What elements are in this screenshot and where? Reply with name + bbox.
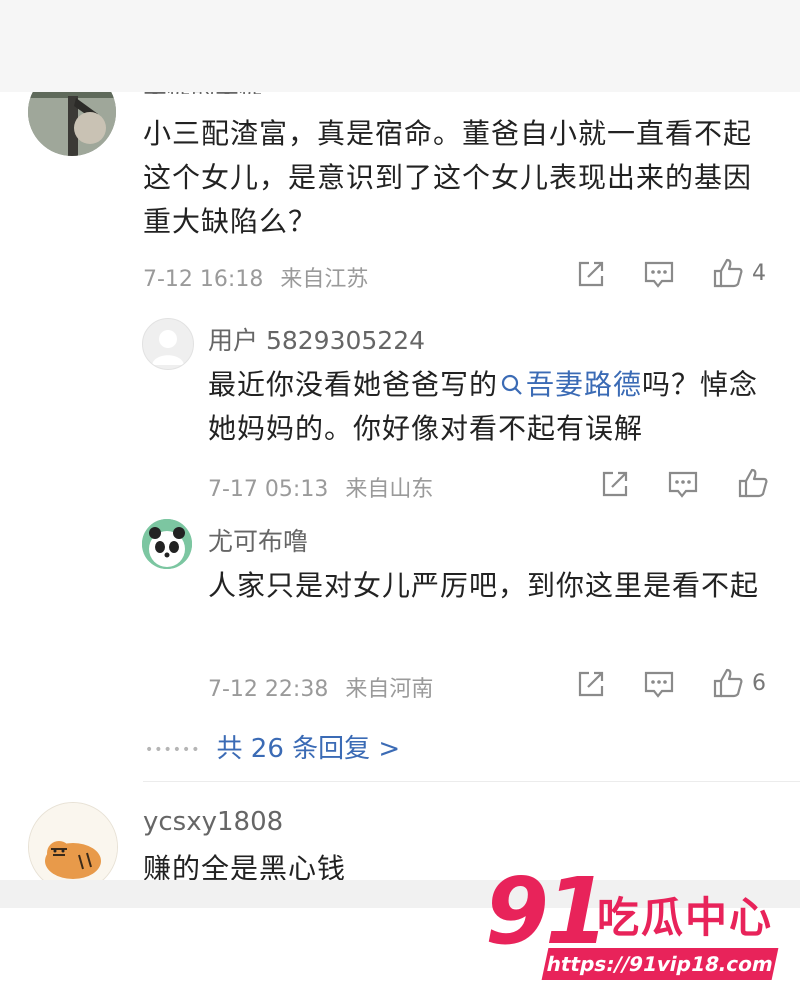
reply-meta: 7-12 22:38 来自河南 bbox=[208, 671, 433, 703]
comment-location: 来自江苏 bbox=[280, 267, 369, 292]
like-icon bbox=[738, 468, 768, 498]
reply-time: 7-12 22:38 bbox=[208, 677, 329, 702]
comment-icon bbox=[644, 261, 674, 288]
reply-meta: 7-17 05:13 来自山东 bbox=[208, 471, 433, 503]
avatar[interactable] bbox=[142, 318, 194, 370]
like-count: 6 bbox=[752, 670, 766, 696]
like-icon bbox=[713, 668, 743, 698]
like-button[interactable] bbox=[737, 467, 769, 499]
watermark-logo: 91 吃瓜中心 https://91vip18.com bbox=[485, 862, 785, 992]
comment-button[interactable] bbox=[667, 469, 699, 499]
avatar[interactable] bbox=[28, 802, 118, 892]
search-link-text[interactable]: 吾妻路德 bbox=[526, 368, 642, 401]
comment-icon bbox=[668, 471, 698, 498]
watermark-name: 吃瓜中心 bbox=[597, 893, 774, 942]
comment-meta: 7-12 16:18 来自江苏 bbox=[143, 261, 368, 293]
dots-icon: •••••• bbox=[145, 741, 201, 758]
top-bar-overlay bbox=[0, 0, 800, 92]
reply-text-start: 最近你没看她爸爸写的 bbox=[208, 368, 499, 401]
comment-button[interactable] bbox=[643, 259, 675, 289]
search-link[interactable]: 吾妻路德 bbox=[498, 368, 642, 401]
reply-location: 来自河南 bbox=[345, 677, 434, 702]
reply-text: 人家只是对女儿严厉吧，到你这里是看不起 bbox=[208, 569, 760, 602]
share-icon bbox=[578, 261, 604, 287]
comment-time: 7-12 16:18 bbox=[143, 267, 264, 292]
divider bbox=[143, 781, 800, 782]
reply-text: 最近你没看她爸爸写的 吾妻路德吗？悼念她妈妈的。你好像对看不起有误解 bbox=[208, 363, 768, 451]
share-button[interactable] bbox=[576, 669, 606, 699]
like-icon bbox=[713, 258, 743, 288]
watermark-url: https://91vip18.com bbox=[541, 948, 779, 980]
more-replies-label[interactable]: 共 26 条回复 > bbox=[217, 734, 401, 764]
comment-username[interactable]: ycsxy1808 bbox=[143, 807, 283, 837]
like-button[interactable]: 6 bbox=[712, 667, 766, 699]
share-button[interactable] bbox=[600, 469, 630, 499]
reply-location: 来自山东 bbox=[345, 477, 434, 502]
like-count: 4 bbox=[752, 260, 766, 286]
reply-time: 7-17 05:13 bbox=[208, 477, 329, 502]
share-button[interactable] bbox=[576, 259, 606, 289]
comment-button[interactable] bbox=[643, 669, 675, 699]
like-button[interactable]: 4 bbox=[712, 257, 766, 289]
share-icon bbox=[602, 471, 628, 497]
reply-username[interactable]: 用户 5829305224 bbox=[208, 321, 425, 357]
comment-icon bbox=[644, 671, 674, 698]
more-replies-link[interactable]: •••••• 共 26 条回复 > bbox=[145, 728, 400, 765]
search-icon bbox=[501, 374, 522, 395]
comment-text: 小三配渣富，真是宿命。董爸自小就一直看不起这个女儿，是意识到了这个女儿表现出来的… bbox=[143, 117, 753, 238]
avatar[interactable] bbox=[142, 519, 192, 569]
watermark-number: 91 bbox=[485, 858, 609, 965]
share-icon bbox=[578, 671, 604, 697]
reply-username[interactable]: 尤可布噜 bbox=[208, 522, 308, 558]
